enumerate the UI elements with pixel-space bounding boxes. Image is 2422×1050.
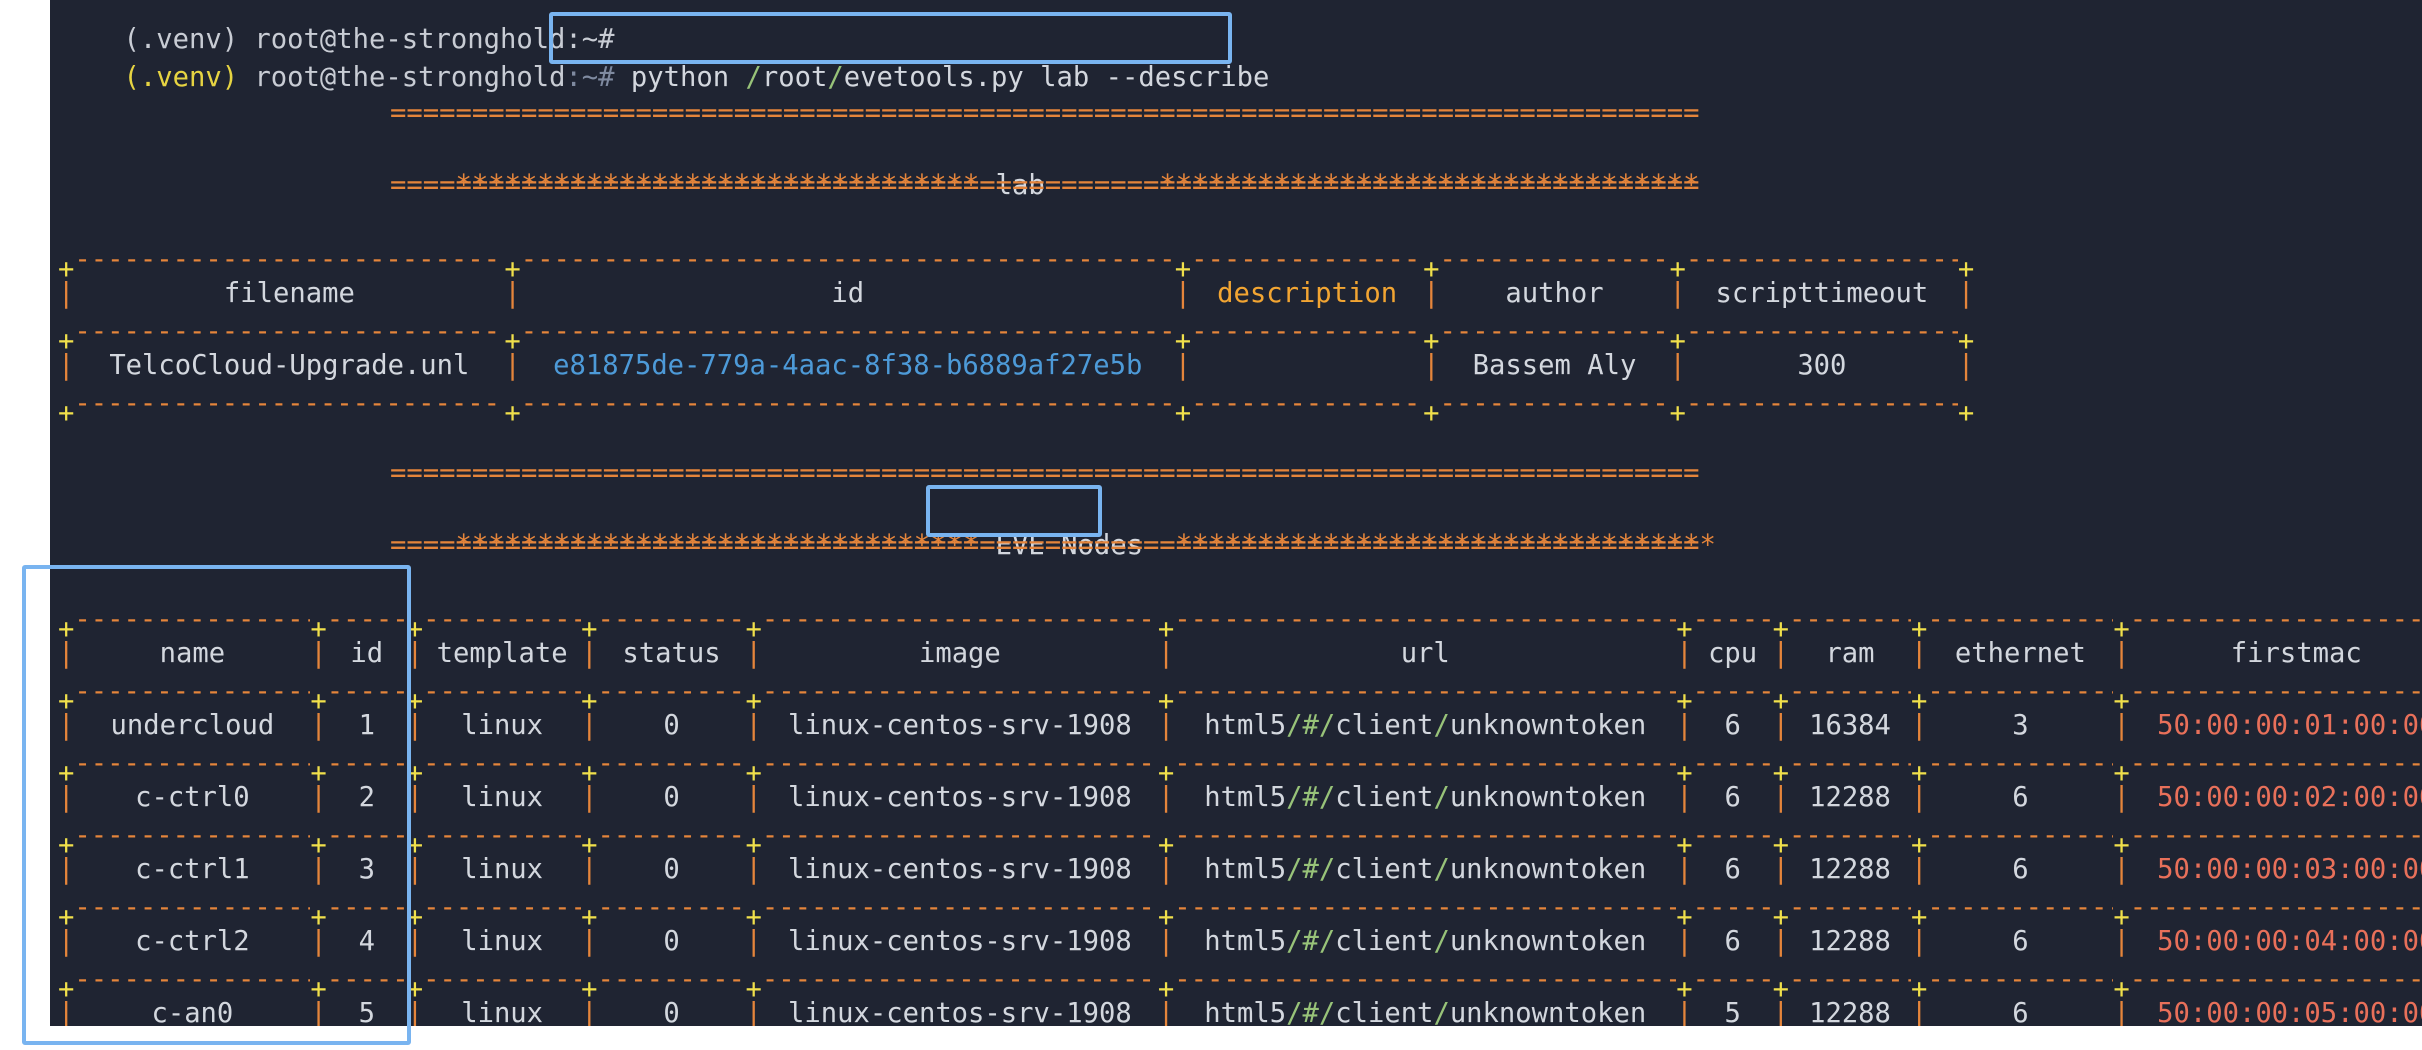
lab-header-filename: filename [223, 278, 355, 309]
previous-prompt-line: (.venv) root@the-stronghold:~# [58, 0, 614, 55]
nodes-header-ethernet: ethernet [1954, 638, 2086, 669]
lab-cell-scripttimeout: 300 [1797, 350, 1847, 381]
nodes-cell-ethernet: 6 [2012, 854, 2029, 885]
nodes-cell-url: html5/#/client/unknowntoken [1204, 926, 1647, 957]
nodes-cell-firstmac: 50:00:00:02:00:00 [2157, 782, 2422, 813]
nodes-cell-name: c-ctrl1 [135, 854, 250, 885]
nodes-cell-image: linux-centos-srv-1908 [788, 926, 1132, 957]
nodes-cell-id: 1 [358, 710, 375, 741]
lab-table-header-row: | filename | id | description | author | scriptti… [58, 276, 1974, 312]
nodes-cell-status: 0 [663, 854, 680, 885]
nodes-cell-id: 4 [358, 926, 375, 957]
nodes-cell-firstmac: 50:00:00:04:00:00 [2157, 926, 2422, 957]
nodes-cell-ethernet: 6 [2012, 926, 2029, 957]
nodes-cell-image: linux-centos-srv-1908 [788, 710, 1132, 741]
nodes-header-ram: ram [1825, 638, 1875, 669]
nodes-cell-firstmac: 50:00:00:05:00:00 [2157, 998, 2422, 1026]
nodes-cell-template: linux [461, 710, 544, 741]
nodes-header-name: name [159, 638, 226, 669]
nodes-cell-firstmac: 50:00:00:01:00:00 [2157, 710, 2422, 741]
lab-header-id: id [831, 278, 865, 309]
nodes-cell-status: 0 [663, 998, 680, 1026]
nodes-cell-ram: 12288 [1809, 854, 1891, 885]
lab-header-author: author [1505, 278, 1604, 309]
lab-table-separator: +---------------------------------------… [58, 316, 1975, 357]
nodes-cell-url: html5/#/client/unknowntoken [1204, 710, 1647, 741]
lab-header-description: description [1217, 278, 1398, 309]
nodes-cell-ethernet: 6 [2012, 782, 2029, 813]
nodes-cell-cpu: 6 [1724, 926, 1741, 957]
nodes-cell-name: c-an0 [151, 998, 234, 1026]
nodes-header-cpu: cpu [1708, 638, 1758, 669]
nodes-cell-cpu: 6 [1724, 782, 1741, 813]
nodes-header-image: image [918, 638, 1001, 669]
nodes-cell-id: 3 [358, 854, 375, 885]
prompt-path: :~# [565, 62, 615, 93]
nodes-table-row: | undercloud | 1 | linux | 0 | linux-centos-srv-1… [58, 708, 2422, 744]
nodes-header-status: status [622, 638, 721, 669]
nodes-header-template: template [436, 638, 568, 669]
nodes-cell-id: 2 [358, 782, 375, 813]
nodes-cell-name: c-ctrl2 [135, 926, 250, 957]
lab-cell-id: e81875de-779a-4aac-8f38-b6889af27e5b [553, 350, 1143, 381]
venv-label: (.venv) [123, 62, 255, 93]
lab-cell-filename: TelcoCloud-Upgrade.unl [109, 350, 470, 381]
nodes-header-url: url [1400, 638, 1450, 669]
nodes-cell-firstmac: 50:00:00:03:00:00 [2157, 854, 2422, 885]
nodes-cell-ram: 12288 [1809, 782, 1891, 813]
nodes-cell-image: linux-centos-srv-1908 [788, 854, 1132, 885]
nodes-banner-rule-bottom: ========================================… [390, 530, 1700, 561]
nodes-cell-template: linux [461, 998, 544, 1026]
nodes-cell-image: linux-centos-srv-1908 [788, 782, 1132, 813]
terminal-window[interactable]: (.venv) root@the-stronghold:~# (.venv) r… [50, 0, 2422, 1026]
nodes-cell-cpu: 5 [1724, 998, 1741, 1026]
lab-banner-rule-top: ========================================… [390, 98, 1700, 129]
lab-banner-rule-bottom: ========================================… [390, 170, 1700, 201]
nodes-table-separator: +---------------------------------------… [58, 748, 2422, 789]
nodes-cell-url: html5/#/client/unknowntoken [1204, 782, 1647, 813]
nodes-cell-name: c-ctrl0 [135, 782, 250, 813]
nodes-cell-status: 0 [663, 710, 680, 741]
nodes-cell-status: 0 [663, 926, 680, 957]
nodes-cell-name: undercloud [110, 710, 275, 741]
user-host: root@the-stronghold [254, 62, 566, 93]
nodes-cell-template: linux [461, 782, 544, 813]
nodes-cell-image: linux-centos-srv-1908 [788, 998, 1132, 1026]
nodes-table-separator: +---------------------------------------… [58, 964, 2422, 1005]
nodes-cell-ram: 12288 [1809, 926, 1891, 957]
nodes-table-row: | c-ctrl1 | 3 | linux | 0 | linux-centos-srv-1908… [58, 852, 2422, 888]
nodes-table-header-row: | name | id | template | status | image | url | cpu | r… [58, 636, 2422, 672]
nodes-table-row: | c-ctrl2 | 4 | linux | 0 | linux-centos-srv-1908… [58, 924, 2422, 960]
nodes-cell-ram: 12288 [1809, 998, 1891, 1026]
nodes-cell-cpu: 6 [1724, 854, 1741, 885]
nodes-banner-title-line: ******************************** EVE Nod… [455, 530, 1716, 561]
nodes-table-row: | c-ctrl0 | 2 | linux | 0 | linux-centos-srv-1908… [58, 780, 2422, 816]
nodes-table-separator: +---------------------------------------… [58, 892, 2422, 933]
lab-table-separator: +---------------------------------------… [58, 244, 1975, 285]
nodes-table-separator: +---------------------------------------… [58, 820, 2422, 861]
command-line: (.venv) root@the-stronghold:~# python /r… [58, 24, 1269, 93]
nodes-header-id: id [350, 638, 384, 669]
nodes-table-separator: +---------------------------------------… [58, 604, 2422, 645]
nodes-cell-url: html5/#/client/unknowntoken [1204, 854, 1647, 885]
lab-banner-title-line: ******************************** lab ***… [455, 170, 1700, 201]
lab-header-scripttimeout: scripttimeout [1715, 278, 1929, 309]
nodes-cell-ram: 16384 [1809, 710, 1891, 741]
nodes-table-row: | c-an0 | 5 | linux | 0 | linux-centos-srv-1908 | h… [58, 996, 2422, 1026]
nodes-cell-id: 5 [358, 998, 375, 1026]
command-text: python /root/evetools.py lab --describe [630, 62, 1270, 93]
nodes-table-separator: +---------------------------------------… [58, 676, 2422, 717]
nodes-cell-template: linux [461, 854, 544, 885]
nodes-cell-url: html5/#/client/unknowntoken [1204, 998, 1647, 1026]
nodes-cell-template: linux [461, 926, 544, 957]
nodes-banner-rule-top: ========================================… [390, 458, 1700, 489]
nodes-cell-ethernet: 3 [2012, 710, 2029, 741]
nodes-cell-cpu: 6 [1724, 710, 1741, 741]
nodes-cell-status: 0 [663, 782, 680, 813]
lab-table-data-row: | TelcoCloud-Upgrade.unl | e81875de-779a-4a… [58, 348, 1974, 384]
lab-cell-author: Bassem Aly [1472, 350, 1637, 381]
nodes-header-firstmac: firstmac [2230, 638, 2362, 669]
lab-table-separator: +---------------------------------------… [58, 388, 1975, 429]
nodes-cell-ethernet: 6 [2012, 998, 2029, 1026]
